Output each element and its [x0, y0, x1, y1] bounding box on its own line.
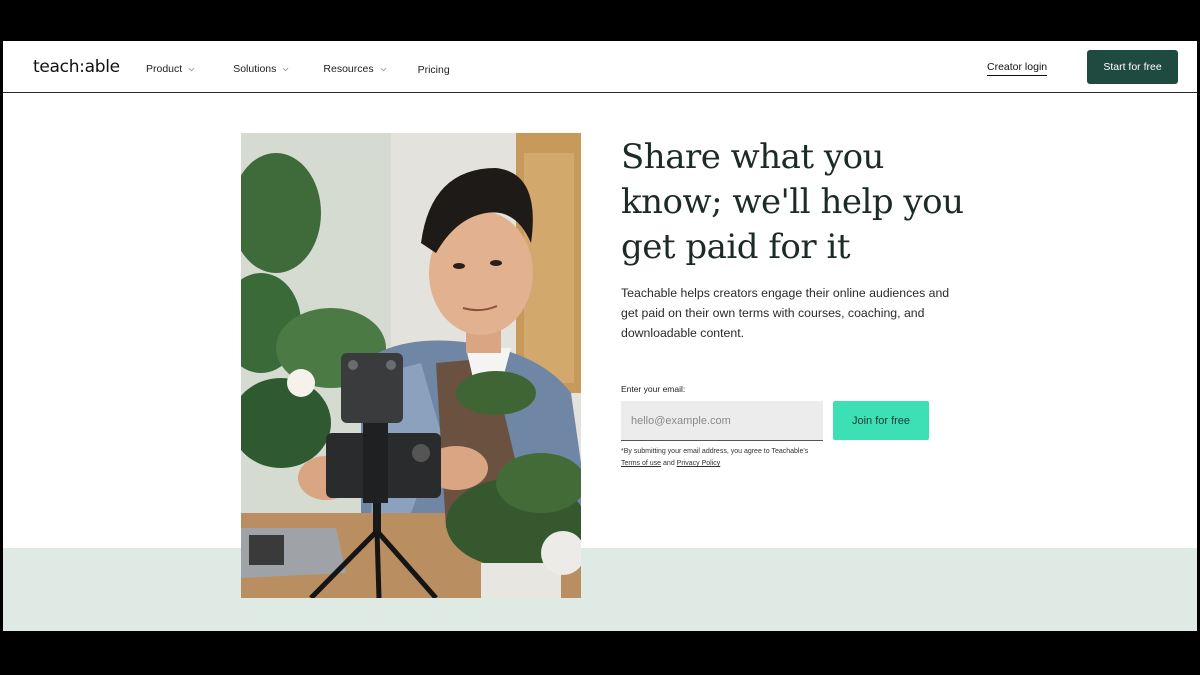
creator-login-link[interactable]: Creator login: [987, 61, 1048, 76]
join-for-free-button[interactable]: Join for free: [833, 401, 929, 440]
creator-filming-plants-illustration: [241, 133, 581, 598]
top-navigation: teach:able Product Solutions Resources P…: [3, 41, 1197, 93]
menu-resources-label: Resources: [323, 63, 374, 75]
menu-pricing[interactable]: Pricing: [418, 64, 450, 76]
menu-solutions[interactable]: Solutions: [233, 62, 289, 76]
menu-product[interactable]: Product: [146, 62, 195, 76]
terms-of-use-link[interactable]: Terms of use: [621, 460, 661, 467]
start-for-free-button[interactable]: Start for free: [1087, 50, 1178, 84]
chevron-down-icon: [188, 67, 195, 71]
mint-background-band: [3, 548, 1197, 631]
hero-headline: Share what you know; we'll help you get …: [621, 137, 964, 267]
email-disclaimer: *By submitting your email address, you a…: [621, 446, 821, 470]
menu-resources[interactable]: Resources: [323, 62, 387, 76]
main-menu: Product Solutions Resources Pricing: [146, 62, 488, 76]
email-input[interactable]: [621, 401, 823, 441]
menu-pricing-label: Pricing: [417, 64, 450, 76]
disclaimer-text: *By submitting your email address, you a…: [621, 448, 809, 455]
menu-solutions-label: Solutions: [233, 63, 277, 75]
letterbox-bottom: [0, 631, 1200, 675]
privacy-policy-link[interactable]: Privacy Policy: [677, 460, 721, 467]
disclaimer-and: and: [663, 460, 675, 467]
hero-subheadline: Teachable helps creators engage their on…: [621, 286, 950, 340]
chevron-down-icon: [380, 67, 387, 71]
landing-page: teach:able Product Solutions Resources P…: [3, 41, 1197, 631]
letterbox-top: [0, 0, 1200, 41]
email-label: Enter your email:: [621, 384, 686, 394]
teachable-logo[interactable]: teach:able: [33, 57, 120, 77]
hero-image: [241, 133, 581, 598]
menu-product-label: Product: [146, 63, 183, 75]
chevron-down-icon: [282, 67, 289, 71]
